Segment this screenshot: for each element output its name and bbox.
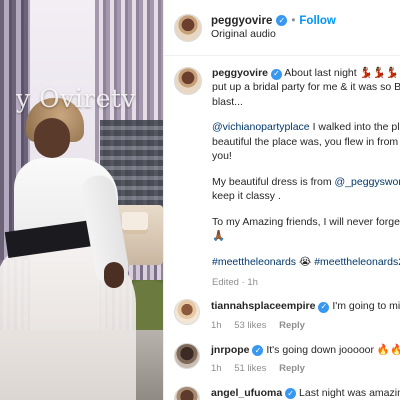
reply-button[interactable]: Reply bbox=[279, 320, 305, 331]
separator: • bbox=[291, 14, 296, 27]
comment-username[interactable]: jnrpope bbox=[211, 344, 250, 356]
mention-link[interactable]: @_peggysworld bbox=[335, 176, 400, 188]
avatar[interactable] bbox=[174, 13, 202, 42]
verified-badge-icon: ✓ bbox=[276, 15, 288, 27]
caption-text: beautiful the place was, you flew in fro… bbox=[212, 135, 400, 148]
caption-text: put up a bridal party for me & it was so… bbox=[212, 81, 400, 94]
praying-hands-emoji: 🙏🏾 bbox=[212, 230, 226, 243]
reply-button[interactable]: Reply bbox=[279, 363, 305, 374]
audio-link[interactable]: Original audio bbox=[211, 28, 336, 41]
comment-body: angel_ufuoma ✓ Last night was amazing, I… bbox=[211, 386, 400, 400]
post-media[interactable]: y Oviretv bbox=[0, 0, 163, 400]
caption-hashtags: #meettheleonards 😭 #meettheleonards2022 bbox=[212, 255, 400, 269]
caption-text: I walked into the place M bbox=[312, 121, 400, 134]
caption-avatar[interactable] bbox=[174, 67, 202, 95]
comment-text: It's going down jooooor 🔥🔥🔥🔥 bbox=[266, 343, 400, 356]
watermark: y Oviretv bbox=[16, 84, 137, 113]
caption-text: About last night bbox=[284, 67, 357, 79]
comments-list: tiannahsplaceempire ✓ I'm going to miss … bbox=[164, 289, 400, 400]
comment-likes[interactable]: 51 likes bbox=[234, 363, 266, 374]
crying-emoji: 😭 bbox=[298, 255, 312, 268]
comment-time: 1h bbox=[211, 362, 222, 374]
author-row: peggyovire ✓ • Follow bbox=[211, 14, 336, 28]
avatar[interactable] bbox=[174, 299, 200, 326]
comment-body: jnrpope ✓ It's going down jooooor 🔥🔥🔥🔥 1… bbox=[211, 343, 400, 374]
caption-text: you! bbox=[212, 150, 232, 163]
comment-meta: 1h 53 likes Reply bbox=[211, 320, 400, 331]
avatar[interactable] bbox=[174, 342, 200, 369]
post-author: peggyovire ✓ • Follow Original audio bbox=[211, 14, 336, 42]
comment: angel_ufuoma ✓ Last night was amazing, I… bbox=[174, 385, 400, 400]
post-detail-panel: peggyovire ✓ • Follow Original audio peg… bbox=[163, 0, 400, 400]
post-caption: peggyovire ✓ About last night 💃🏾💃🏾💃🏾💃🏾 M… bbox=[164, 56, 400, 289]
caption-paragraph-2: @vichianopartyplace I walked into the pl… bbox=[212, 120, 400, 163]
comment-time: 1h bbox=[211, 319, 222, 331]
caption-body: peggyovire ✓ About last night 💃🏾💃🏾💃🏾💃🏾 M… bbox=[212, 66, 400, 289]
hand bbox=[104, 262, 124, 288]
comment-text-row: jnrpope ✓ It's going down jooooor 🔥🔥🔥🔥 bbox=[211, 343, 400, 357]
hashtag-link[interactable]: #meettheleonards bbox=[212, 256, 296, 268]
comment-username[interactable]: angel_ufuoma bbox=[211, 387, 282, 399]
dancing-woman bbox=[0, 0, 163, 400]
comment-text: Last night was amazing, I ha bbox=[299, 386, 400, 399]
verified-badge-icon: ✓ bbox=[318, 301, 330, 313]
comment-likes[interactable]: 53 likes bbox=[234, 320, 266, 331]
caption-paragraph-4: To my Amazing friends, I will never forg… bbox=[212, 215, 400, 244]
face bbox=[34, 118, 70, 158]
comment-body: tiannahsplaceempire ✓ I'm going to miss … bbox=[211, 299, 400, 330]
caption-text: To my Amazing friends, I will never forg… bbox=[212, 215, 400, 228]
verified-badge-icon: ✓ bbox=[252, 345, 264, 357]
caption-meta: Edited · 1h bbox=[212, 277, 258, 289]
caption-text: blast... bbox=[212, 95, 243, 108]
verified-badge-icon: ✓ bbox=[270, 68, 282, 80]
caption-text: keep it classy . bbox=[212, 190, 281, 203]
verified-badge-icon: ✓ bbox=[285, 388, 297, 400]
comment-text: I'm going to miss all th bbox=[332, 300, 400, 313]
mention-link[interactable]: @vichianopartyplace bbox=[212, 121, 310, 133]
comment-text-row: angel_ufuoma ✓ Last night was amazing, I… bbox=[211, 386, 400, 400]
comment-text-row: tiannahsplaceempire ✓ I'm going to miss … bbox=[211, 299, 400, 313]
follow-button[interactable]: Follow bbox=[299, 14, 335, 28]
comment-username[interactable]: tiannahsplaceempire bbox=[211, 300, 315, 312]
caption-username[interactable]: peggyovire bbox=[212, 67, 268, 79]
caption-paragraph-1: peggyovire ✓ About last night 💃🏾💃🏾💃🏾💃🏾 M… bbox=[212, 66, 400, 109]
author-username[interactable]: peggyovire bbox=[211, 14, 272, 28]
post-header: peggyovire ✓ • Follow Original audio bbox=[164, 0, 400, 56]
comment: tiannahsplaceempire ✓ I'm going to miss … bbox=[174, 299, 400, 331]
avatar[interactable] bbox=[174, 385, 200, 400]
caption-paragraph-3: My beautiful dress is from @_peggysworld… bbox=[212, 175, 400, 204]
caption-text: My beautiful dress is from bbox=[212, 175, 332, 188]
comment-meta: 1h 51 likes Reply bbox=[211, 363, 400, 374]
dancer-emojis: 💃🏾💃🏾💃🏾💃🏾 bbox=[359, 67, 400, 79]
hashtag-link[interactable]: #meettheleonards2022 bbox=[314, 256, 400, 268]
comment: jnrpope ✓ It's going down jooooor 🔥🔥🔥🔥 1… bbox=[174, 342, 400, 374]
